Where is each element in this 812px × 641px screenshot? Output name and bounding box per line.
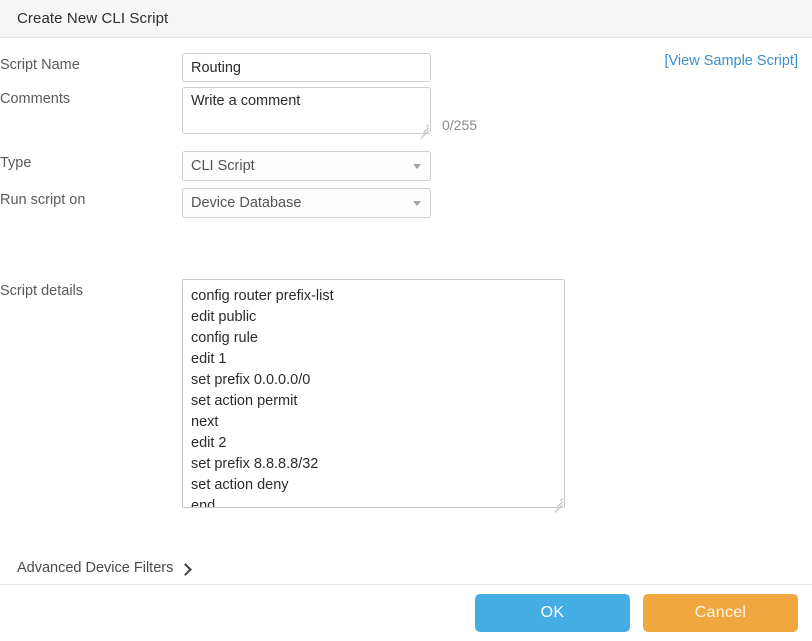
run-script-on-row: Run script on Device Database xyxy=(0,188,431,218)
script-name-label: Script Name xyxy=(0,53,182,73)
comments-area xyxy=(182,87,431,134)
script-name-row: Script Name xyxy=(0,53,431,82)
comments-label: Comments xyxy=(0,87,182,107)
comments-char-counter: 0/255 xyxy=(442,117,477,134)
dialog-body: [View Sample Script] Script Name Comment… xyxy=(0,38,812,584)
chevron-down-icon xyxy=(413,201,421,206)
script-details-area xyxy=(182,279,565,508)
dialog-header: Create New CLI Script xyxy=(0,0,812,38)
cancel-button[interactable]: Cancel xyxy=(643,594,798,632)
type-label: Type xyxy=(0,151,182,171)
dialog-footer: OK Cancel xyxy=(0,584,812,641)
type-select[interactable]: CLI Script xyxy=(182,151,431,181)
advanced-device-filters-toggle[interactable]: Advanced Device Filters xyxy=(17,560,190,576)
run-script-on-select-value: Device Database xyxy=(191,195,301,211)
comments-row: Comments 0/255 xyxy=(0,87,477,134)
chevron-right-icon xyxy=(179,563,192,576)
script-details-label: Script details xyxy=(0,279,182,299)
script-details-row: Script details xyxy=(0,279,565,508)
type-row: Type CLI Script xyxy=(0,151,431,181)
type-select-value: CLI Script xyxy=(191,158,255,174)
create-cli-script-dialog: Create New CLI Script [View Sample Scrip… xyxy=(0,0,812,641)
page-title: Create New CLI Script xyxy=(17,10,168,27)
script-details-textarea[interactable] xyxy=(182,279,565,508)
run-script-on-label: Run script on xyxy=(0,188,182,208)
chevron-down-icon xyxy=(413,164,421,169)
ok-button[interactable]: OK xyxy=(475,594,630,632)
script-name-input[interactable] xyxy=(182,53,431,82)
run-script-on-select[interactable]: Device Database xyxy=(182,188,431,218)
view-sample-script-link[interactable]: [View Sample Script] xyxy=(664,53,798,69)
comments-textarea[interactable] xyxy=(182,87,431,134)
advanced-device-filters-label: Advanced Device Filters xyxy=(17,560,173,576)
